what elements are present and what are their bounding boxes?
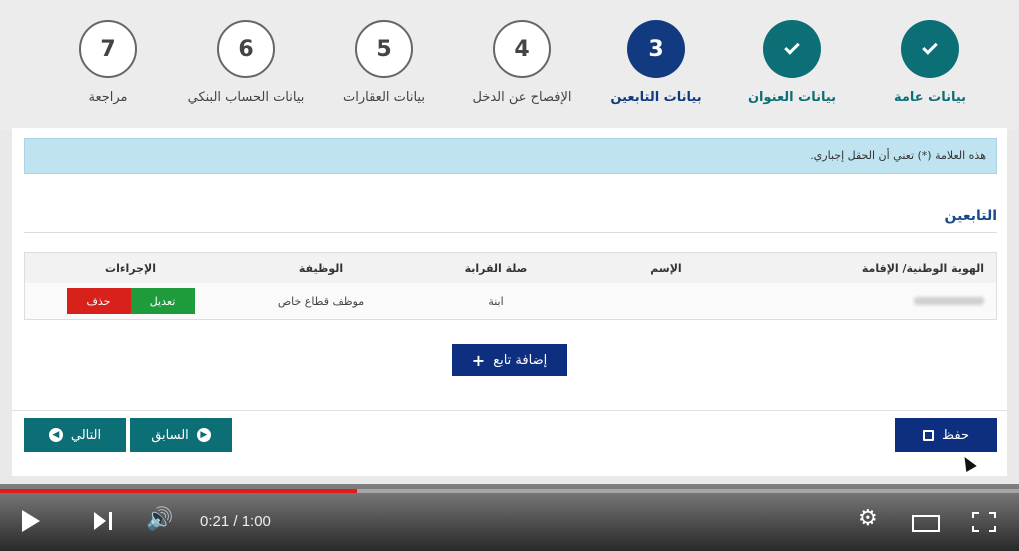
cell-job: موظف قطاع خاص [277,294,365,308]
header-name: الإسم [650,261,682,275]
header-actions: الإجراءات [105,261,156,275]
edit-button[interactable]: تعديل [130,288,195,314]
header-relation: صلة القرابة [464,261,528,275]
step-6-circle: 6 [217,20,275,78]
progress-fill [0,489,357,493]
cell-actions: تعديل حذف [25,288,236,314]
time-display: 0:21 / 1:00 [200,513,271,530]
step-6[interactable]: 6 بيانات الحساب البنكي [186,20,306,105]
required-fields-notice: هذه العلامة (*) تعني أن الحقل إجباري. [24,138,997,174]
step-1-label: بيانات عامة [893,90,967,105]
save-disk-icon [923,429,935,441]
step-7[interactable]: 7 مراجعة [48,20,168,105]
previous-button[interactable]: ▶ السابق [130,418,232,452]
step-3-label: بيانات التابعين [610,90,702,105]
volume-icon[interactable]: 🔊 [146,507,173,532]
header-id: الهوية الوطنية/ الإقامة [861,261,984,275]
add-dependent-button[interactable]: إضافة تابع + [452,344,567,376]
step-4-label: الإفصاح عن الدخل [472,90,572,105]
check-icon [922,39,938,55]
footer-divider [12,410,1007,411]
arrow-left-icon: ◀ [48,428,63,442]
step-5-label: بيانات العقارات [343,90,425,105]
settings-gear-icon[interactable]: ⚙ [858,506,878,531]
header-job: الوظيفة [298,261,344,275]
next-video-icon[interactable] [94,512,114,530]
fullscreen-icon[interactable] [972,512,996,532]
step-6-label: بيانات الحساب البنكي [187,90,305,105]
step-2-label: بيانات العنوان [747,90,837,105]
step-5[interactable]: 5 بيانات العقارات [324,20,444,105]
next-label: التالي [70,427,102,443]
dependents-table: الهوية الوطنية/ الإقامة الإسم صلة القراب… [24,252,997,320]
save-button[interactable]: حفظ [895,418,997,452]
step-2[interactable]: بيانات العنوان [732,20,852,105]
arrow-right-icon: ▶ [196,428,211,442]
cell-relation: ابنة [488,294,504,308]
cell-id [746,295,996,308]
play-icon[interactable] [22,510,40,532]
blurred-id [914,296,984,305]
table-row: ابنة موظف قطاع خاص تعديل حذف [25,283,996,319]
next-button[interactable]: التالي ◀ [24,418,126,452]
step-5-circle: 5 [355,20,413,78]
video-player-controls: 🔊 0:21 / 1:00 ⚙ [0,484,1019,551]
plus-icon: + [471,350,486,370]
delete-button[interactable]: حذف [66,288,131,314]
step-7-label: مراجعة [88,90,128,105]
step-4[interactable]: 4 الإفصاح عن الدخل [462,20,582,105]
section-title: التابعين [944,208,998,224]
check-icon [784,39,800,55]
add-dependent-label: إضافة تابع [493,352,548,368]
save-label: حفظ [942,427,969,443]
progress-bar[interactable] [0,489,1019,493]
step-3-circle: 3 [627,20,685,78]
step-3[interactable]: 3 بيانات التابعين [596,20,716,105]
step-7-circle: 7 [79,20,137,78]
dependents-card: هذه العلامة (*) تعني أن الحقل إجباري. ال… [12,128,1007,476]
step-2-circle [763,20,821,78]
previous-label: السابق [151,427,189,443]
step-1[interactable]: بيانات عامة [870,20,990,105]
table-header: الهوية الوطنية/ الإقامة الإسم صلة القراب… [25,253,996,283]
section-divider [24,232,997,233]
theater-mode-icon[interactable] [912,515,940,532]
step-4-circle: 4 [493,20,551,78]
step-1-circle [901,20,959,78]
wizard-stepper: 7 مراجعة 6 بيانات الحساب البنكي 5 بيانات… [0,0,1019,130]
